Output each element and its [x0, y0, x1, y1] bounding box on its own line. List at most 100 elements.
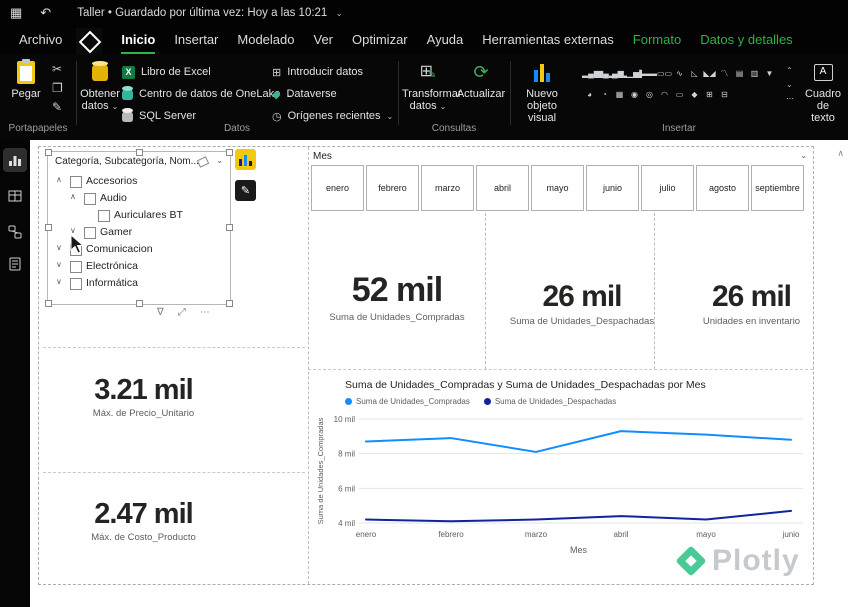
card-icon[interactable]: ▭: [672, 87, 687, 102]
more-options-icon[interactable]: ⋯: [200, 307, 210, 318]
tree-item[interactable]: ∨ Electrónica: [48, 259, 230, 275]
refresh-button[interactable]: ⟳ Actualizar: [456, 59, 506, 100]
enter-data-button[interactable]: ⊞ Introducir datos: [272, 64, 363, 80]
pie-chart-icon[interactable]: ◕: [582, 87, 597, 102]
checkbox[interactable]: [70, 176, 82, 188]
chevron-down-icon[interactable]: ∨: [56, 260, 62, 269]
combo-chart-icon[interactable]: 〽: [717, 66, 732, 81]
chevron-down-icon[interactable]: ⌄: [216, 156, 223, 165]
resize-handle[interactable]: [45, 224, 52, 231]
month-button[interactable]: febrero: [366, 165, 419, 211]
category-slicer[interactable]: Categoría, Subcategoría, Nom... ⌄ ∧ Acce…: [45, 149, 233, 307]
ribbon-chart-icon[interactable]: ▤: [732, 66, 747, 81]
month-button[interactable]: marzo: [421, 165, 474, 211]
month-slicer[interactable]: Mes ⌄ enero febrero marzo abril mayo jun…: [311, 151, 809, 215]
filled-map-icon[interactable]: ◎: [642, 87, 657, 102]
menu-ayuda[interactable]: Ayuda: [427, 32, 464, 54]
chevron-down-icon[interactable]: ∨: [56, 243, 62, 252]
report-page[interactable]: Categoría, Subcategoría, Nom... ⌄ ∧ Acce…: [38, 146, 814, 585]
stacked-area-chart-icon[interactable]: ◣◢: [702, 66, 717, 81]
checkbox[interactable]: [84, 193, 96, 205]
legend-item[interactable]: Suma de Unidades_Despachadas: [483, 397, 616, 406]
resize-handle[interactable]: [136, 149, 143, 156]
month-button[interactable]: agosto: [696, 165, 749, 211]
format-painter-icon[interactable]: ✎: [52, 100, 63, 114]
copy-icon[interactable]: ❐: [52, 81, 63, 95]
recent-sources-button[interactable]: ◷ Orígenes recientes ⌄: [272, 108, 393, 124]
month-button[interactable]: septiembre: [751, 165, 804, 211]
tree-item[interactable]: Auriculares BT: [48, 208, 230, 224]
resize-handle[interactable]: [226, 224, 233, 231]
funnel-chart-icon[interactable]: ▼: [762, 66, 777, 81]
month-button[interactable]: enero: [311, 165, 364, 211]
gauge-icon[interactable]: ◠: [657, 87, 672, 102]
chevron-down-icon[interactable]: ⌄: [800, 151, 807, 160]
line-chart-visual[interactable]: Suma de Unidades_Compradas y Suma de Uni…: [311, 373, 811, 571]
card-unidades-inventario[interactable]: 26 mil Unidades en inventario: [659, 281, 844, 327]
card-max-precio[interactable]: 3.21 mil Máx. de Precio_Unitario: [61, 375, 226, 420]
card-max-costo[interactable]: 2.47 mil Máx. de Costo_Producto: [61, 499, 226, 544]
menu-herramientas-externas[interactable]: Herramientas externas: [482, 32, 614, 54]
slicer-icon[interactable]: ⊞: [702, 87, 717, 102]
collapse-pane-icon[interactable]: ∧: [837, 148, 844, 159]
clustered-bar-chart-icon[interactable]: ▬▬: [642, 66, 657, 81]
stacked-bar-chart-icon[interactable]: ▭▭: [657, 66, 672, 81]
card-unidades-compradas[interactable]: 52 mil Suma de Unidades_Compradas: [307, 272, 487, 322]
resize-handle[interactable]: [226, 149, 233, 156]
undo-icon[interactable]: ↶: [40, 5, 51, 21]
get-data-button[interactable]: Obtener datos ⌄: [80, 59, 120, 113]
gallery-scroll-up-icon[interactable]: ⌃: [786, 66, 793, 75]
treemap-icon[interactable]: ▦: [612, 87, 627, 102]
menu-datos-y-detalles[interactable]: Datos y detalles: [700, 32, 793, 54]
chevron-down-icon[interactable]: ⌄: [335, 8, 343, 19]
month-button[interactable]: junio: [586, 165, 639, 211]
menu-insertar[interactable]: Insertar: [174, 32, 218, 54]
card-unidades-despachadas[interactable]: 26 mil Suma de Unidades_Despachadas: [487, 281, 677, 327]
line-chart-icon[interactable]: ∿: [672, 66, 687, 81]
menu-modelado[interactable]: Modelado: [237, 32, 294, 54]
checkbox[interactable]: [98, 210, 110, 222]
menu-optimizar[interactable]: Optimizar: [352, 32, 408, 54]
onelake-data-hub-button[interactable]: Centro de datos de OneLake ⌄: [122, 86, 293, 102]
text-box-button[interactable]: A Cuadro de texto: [800, 59, 846, 124]
dataverse-button[interactable]: ◆ Dataverse: [272, 86, 337, 102]
gallery-scroll-down-icon[interactable]: ⌄: [786, 80, 793, 89]
dax-query-view-icon[interactable]: [3, 252, 27, 276]
report-view-icon[interactable]: [3, 148, 27, 172]
focus-mode-icon[interactable]: ⤢: [178, 307, 186, 318]
filter-icon[interactable]: ∇: [157, 307, 164, 318]
app-grid-icon[interactable]: ▦: [10, 5, 22, 21]
kpi-icon[interactable]: ◆: [687, 87, 702, 102]
menu-formato[interactable]: Formato: [633, 32, 681, 54]
resize-handle[interactable]: [45, 300, 52, 307]
tree-item[interactable]: ∧ Accesorios: [48, 174, 230, 190]
menu-ver[interactable]: Ver: [314, 32, 334, 54]
bookmark-pen-button[interactable]: ✎: [235, 180, 256, 201]
month-button[interactable]: julio: [641, 165, 694, 211]
legend-item[interactable]: Suma de Unidades_Compradas: [345, 397, 470, 406]
table-icon[interactable]: ⊟: [717, 87, 732, 102]
sql-server-button[interactable]: SQL Server: [122, 108, 196, 124]
stacked-column-chart-icon[interactable]: ▆▄▂: [597, 66, 612, 81]
month-button[interactable]: abril: [476, 165, 529, 211]
checkbox[interactable]: [70, 278, 82, 290]
clustered-column-chart-icon[interactable]: ▂▄▆: [582, 66, 597, 81]
chevron-down-icon[interactable]: ∨: [56, 277, 62, 286]
transform-data-button[interactable]: ⊞ ✎ Transformar datos ⌄: [402, 59, 462, 113]
100-stacked-column-chart-icon[interactable]: ▄▆▂: [612, 66, 627, 81]
donut-chart-icon[interactable]: ◔: [597, 87, 612, 102]
waterfall-chart-icon[interactable]: ▥: [747, 66, 762, 81]
cut-icon[interactable]: ✂: [52, 62, 63, 76]
tree-item[interactable]: ∧ Audio: [48, 191, 230, 207]
chevron-up-icon[interactable]: ∧: [56, 175, 62, 184]
resize-handle[interactable]: [136, 300, 143, 307]
area-chart-icon[interactable]: ◺: [687, 66, 702, 81]
resize-handle[interactable]: [226, 300, 233, 307]
bookmark-chart-button[interactable]: [235, 149, 256, 170]
model-view-icon[interactable]: [3, 220, 27, 244]
menu-inicio[interactable]: Inicio: [121, 32, 156, 54]
paste-button[interactable]: Pegar: [6, 58, 46, 100]
new-visual-button[interactable]: Nuevo objeto visual: [512, 59, 572, 124]
resize-handle[interactable]: [45, 149, 52, 156]
table-view-icon[interactable]: [3, 184, 27, 208]
